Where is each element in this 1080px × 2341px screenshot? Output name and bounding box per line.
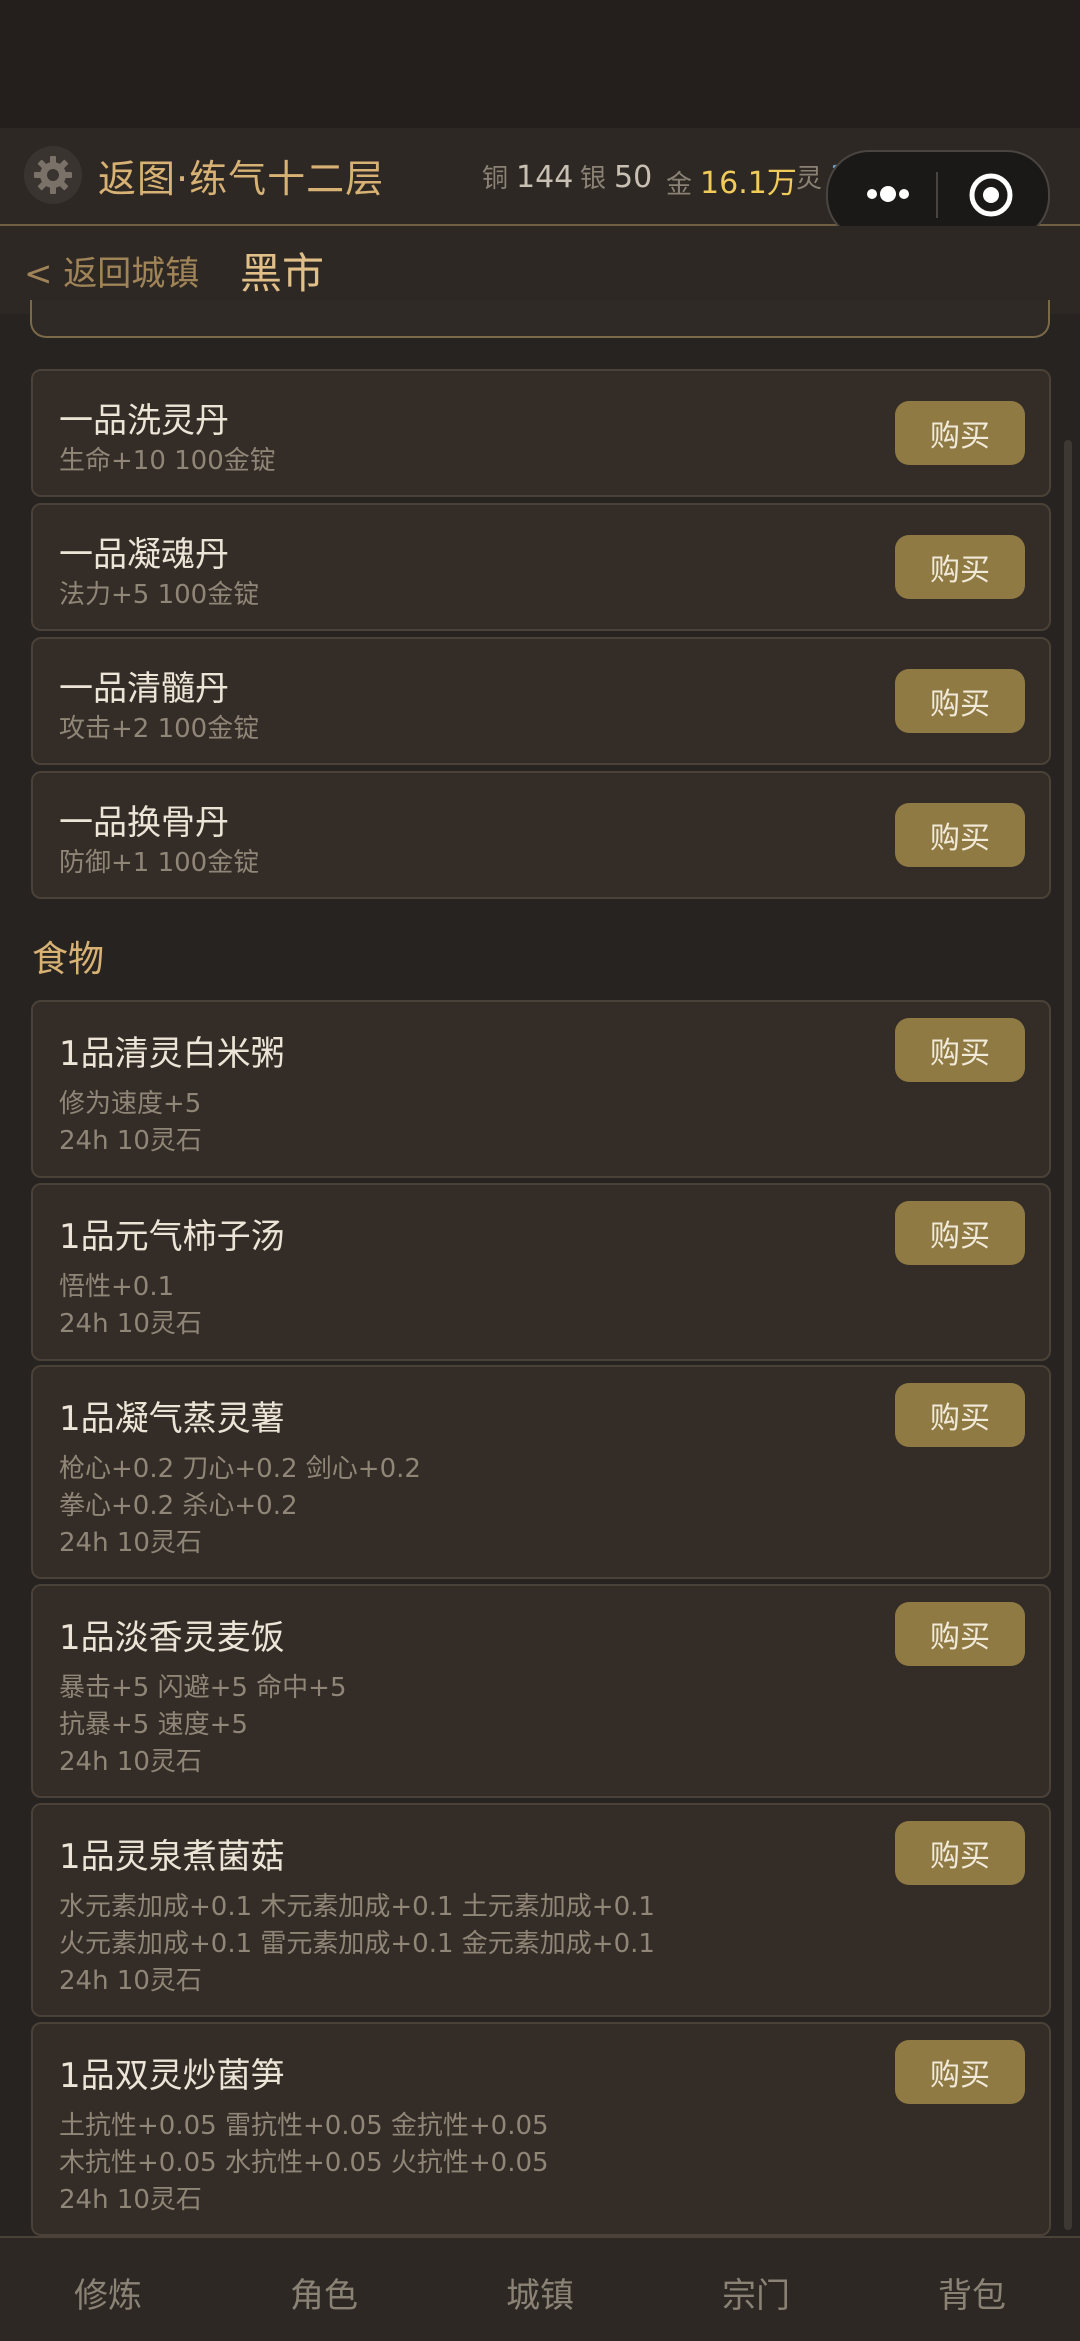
currency-gold-label: 金 bbox=[666, 170, 693, 200]
back-to-town-link[interactable]: < 返回城镇 bbox=[24, 246, 199, 295]
currency-copper-label: 铜 bbox=[482, 164, 509, 194]
food-card: 1品凝气蒸灵薯 枪心+0.2 刀心+0.2 剑心+0.2 拳心+0.2 杀心+0… bbox=[31, 1365, 1051, 1579]
item-name: 1品元气柿子汤 bbox=[59, 1217, 285, 1257]
food-card: 1品淡香灵麦饭 暴击+5 闪避+5 命中+5 抗暴+5 速度+5 24h 10灵… bbox=[31, 1584, 1051, 1798]
item-name: 1品双灵炒菌笋 bbox=[59, 2056, 285, 2096]
item-desc: 生命+10 100金锭 bbox=[59, 446, 276, 476]
item-effect-line: 木抗性+0.05 水抗性+0.05 火抗性+0.05 bbox=[59, 2148, 549, 2178]
currency-silver-label: 银 bbox=[580, 164, 607, 194]
item-effect-line: 抗暴+5 速度+5 bbox=[59, 1710, 248, 1740]
buy-button[interactable]: 购买 bbox=[895, 2040, 1025, 2104]
buy-button[interactable]: 购买 bbox=[895, 1201, 1025, 1265]
scrollbar[interactable] bbox=[1064, 440, 1072, 2230]
item-effect-line: 拳心+0.2 杀心+0.2 bbox=[59, 1491, 298, 1521]
item-name: 1品灵泉煮菌菇 bbox=[59, 1837, 285, 1877]
item-duration-line: 24h 10灵石 bbox=[59, 1528, 202, 1558]
buy-button[interactable]: 购买 bbox=[895, 803, 1025, 867]
item-effect-line: 暴击+5 闪避+5 命中+5 bbox=[59, 1673, 347, 1703]
currency-copper: 铜 144 bbox=[482, 158, 573, 195]
item-effect-line: 悟性+0.1 bbox=[59, 1272, 175, 1302]
item-name: 一品凝魂丹 bbox=[59, 535, 229, 575]
capsule-divider bbox=[936, 172, 938, 218]
buy-button[interactable]: 购买 bbox=[895, 1018, 1025, 1082]
item-name: 一品洗灵丹 bbox=[59, 401, 229, 441]
item-name: 1品凝气蒸灵薯 bbox=[59, 1399, 285, 1439]
food-card: 1品清灵白米粥 修为速度+5 24h 10灵石 购买 bbox=[31, 1000, 1051, 1178]
tab-sect[interactable]: 宗门 bbox=[648, 2268, 864, 2317]
item-effect-line: 土抗性+0.05 雷抗性+0.05 金抗性+0.05 bbox=[59, 2111, 549, 2141]
currency-silver-value: 50 bbox=[614, 160, 653, 195]
tab-character[interactable]: 角色 bbox=[216, 2268, 432, 2317]
bottom-tab-bar: 修炼 角色 城镇 宗门 背包 bbox=[0, 2236, 1080, 2341]
buy-button[interactable]: 购买 bbox=[895, 1383, 1025, 1447]
food-card: 1品元气柿子汤 悟性+0.1 24h 10灵石 购买 bbox=[31, 1183, 1051, 1361]
item-name: 一品清髓丹 bbox=[59, 669, 229, 709]
item-effect-line: 枪心+0.2 刀心+0.2 剑心+0.2 bbox=[59, 1454, 421, 1484]
item-duration-line: 24h 10灵石 bbox=[59, 1747, 202, 1777]
food-section-title: 食物 bbox=[32, 939, 105, 980]
pill-card: 一品清髓丹 攻击+2 100金锭 购买 bbox=[31, 637, 1051, 765]
tab-town[interactable]: 城镇 bbox=[432, 2268, 648, 2317]
item-name: 1品清灵白米粥 bbox=[59, 1034, 285, 1074]
item-duration-line: 24h 10灵石 bbox=[59, 1966, 202, 1996]
currency-silver: 银 50 bbox=[580, 158, 652, 195]
tab-cultivate[interactable]: 修炼 bbox=[0, 2268, 216, 2317]
pill-card: 一品洗灵丹 生命+10 100金锭 购买 bbox=[31, 369, 1051, 497]
item-desc: 法力+5 100金锭 bbox=[59, 580, 260, 610]
item-effect-line: 水元素加成+0.1 木元素加成+0.1 土元素加成+0.1 bbox=[59, 1892, 655, 1922]
food-card: 1品双灵炒菌笋 土抗性+0.05 雷抗性+0.05 金抗性+0.05 木抗性+0… bbox=[31, 2022, 1051, 2236]
currency-copper-value: 144 bbox=[516, 160, 574, 195]
status-bar bbox=[0, 0, 1080, 128]
buy-button[interactable]: 购买 bbox=[895, 401, 1025, 465]
buy-button[interactable]: 购买 bbox=[895, 1602, 1025, 1666]
item-effect-line: 火元素加成+0.1 雷元素加成+0.1 金元素加成+0.1 bbox=[59, 1929, 655, 1959]
settings-button[interactable] bbox=[24, 146, 82, 204]
currency-gold-value: 16.1万 bbox=[700, 166, 797, 201]
item-name: 1品淡香灵麦饭 bbox=[59, 1618, 285, 1658]
buy-button[interactable]: 购买 bbox=[895, 1821, 1025, 1885]
buy-button[interactable]: 购买 bbox=[895, 669, 1025, 733]
food-card: 1品灵泉煮菌菇 水元素加成+0.1 木元素加成+0.1 土元素加成+0.1 火元… bbox=[31, 1803, 1051, 2017]
page-title: 黑市 bbox=[240, 249, 325, 298]
buy-button[interactable]: 购买 bbox=[895, 535, 1025, 599]
currency-spirit-label: 灵 bbox=[796, 164, 823, 194]
more-icon[interactable] bbox=[858, 174, 918, 214]
item-duration-line: 24h 10灵石 bbox=[59, 1126, 202, 1156]
currency-gold: 金 16.1万 bbox=[666, 158, 797, 202]
item-duration-line: 24h 10灵石 bbox=[59, 1309, 202, 1339]
close-miniprogram-icon[interactable] bbox=[968, 172, 1014, 218]
tab-backpack[interactable]: 背包 bbox=[864, 2268, 1080, 2317]
item-duration-line: 24h 10灵石 bbox=[59, 2185, 202, 2215]
location-title: 返图·练气十二层 bbox=[98, 157, 385, 201]
item-desc: 攻击+2 100金锭 bbox=[59, 714, 260, 744]
item-desc: 防御+1 100金锭 bbox=[59, 848, 260, 878]
gear-icon bbox=[34, 156, 72, 194]
item-name: 一品换骨丹 bbox=[59, 803, 229, 843]
pill-card: 一品凝魂丹 法力+5 100金锭 购买 bbox=[31, 503, 1051, 631]
pill-card: 一品换骨丹 防御+1 100金锭 购买 bbox=[31, 771, 1051, 899]
partial-card bbox=[30, 300, 1050, 338]
item-effect-line: 修为速度+5 bbox=[59, 1089, 202, 1119]
